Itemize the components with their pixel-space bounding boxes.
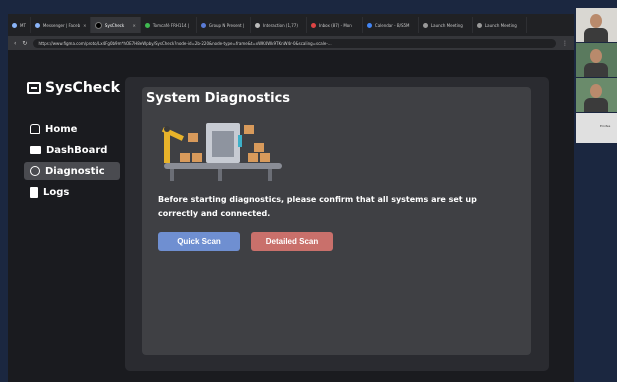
browser-tab[interactable]: Calendar - B/S5M — [363, 17, 419, 33]
monitor-icon — [27, 82, 41, 94]
instruction-text: Before starting diagnostics, please conf… — [158, 195, 477, 218]
browser-tab[interactable]: Interaction (1,77) — [251, 17, 307, 33]
favicon-icon — [200, 22, 206, 28]
extensions-icon[interactable]: ⋮ — [562, 40, 568, 47]
close-icon[interactable]: ✕ — [133, 23, 136, 28]
favicon-icon — [310, 22, 316, 28]
sidebar-nav: Home DashBoard Diagnostic Logs — [24, 120, 120, 204]
back-icon[interactable]: ‹ — [14, 40, 16, 47]
participant-video[interactable]: Ernđes — [576, 113, 617, 143]
diagnostics-panel: System Diagnostics Before starting diagn… — [142, 87, 531, 355]
sidebar-item-diagnostic[interactable]: Diagnostic — [24, 162, 120, 180]
browser-tab[interactable]: Launch Meeting — [473, 17, 527, 33]
browser-tab[interactable]: MT — [8, 17, 31, 33]
participant-avatar — [590, 49, 602, 63]
browser-tab[interactable]: Messenger | Faceb ✕ — [31, 17, 91, 33]
app-logo: SysCheck — [27, 80, 120, 96]
favicon-icon — [476, 22, 482, 28]
home-icon — [30, 124, 40, 134]
participant-video[interactable] — [576, 78, 617, 112]
quick-scan-button[interactable]: Quick Scan — [158, 232, 240, 251]
page-title: System Diagnostics — [146, 91, 291, 106]
factory-illustration — [161, 123, 282, 181]
address-bar: ‹ ↻ https://www.figma.com/proto/Lx4Fg0b9… — [8, 36, 574, 50]
participant-body — [584, 28, 608, 42]
detailed-scan-button[interactable]: Detailed Scan — [251, 232, 333, 251]
sidebar-item-home[interactable]: Home — [24, 120, 120, 138]
favicon-icon — [366, 22, 372, 28]
diagnostic-icon — [30, 166, 40, 176]
url-input[interactable]: https://www.figma.com/proto/Lx4Fg0b9m*hO… — [33, 38, 556, 48]
screen-share: MT Messenger | Faceb ✕ SysCheck ✕ Tomcafé … — [8, 14, 574, 382]
logs-icon — [30, 186, 38, 198]
participant-name: Ernđes — [600, 124, 611, 128]
favicon-icon — [34, 22, 40, 28]
participant-avatar — [590, 84, 602, 98]
participant-panel: Ernđes — [576, 8, 617, 144]
favicon-icon — [144, 22, 150, 28]
participant-avatar — [590, 14, 602, 28]
browser-tab-active[interactable]: SysCheck ✕ — [90, 17, 141, 33]
favicon-icon — [12, 22, 17, 28]
close-icon[interactable]: ✕ — [83, 23, 86, 28]
sidebar-item-dashboard[interactable]: DashBoard — [24, 141, 120, 159]
participant-body — [584, 63, 608, 77]
app-page: SysCheck Home DashBoard Diagnostic Logs — [8, 50, 574, 382]
browser-tab[interactable]: Tomcafé FRH114 | — [141, 17, 197, 33]
favicon-icon — [94, 21, 102, 29]
participant-body — [584, 98, 608, 112]
favicon-icon — [254, 22, 260, 28]
browser-tab-bar: MT Messenger | Faceb ✕ SysCheck ✕ Tomcafé … — [8, 14, 574, 36]
sidebar-item-logs[interactable]: Logs — [24, 183, 120, 201]
main-content: System Diagnostics Before starting diagn… — [125, 77, 549, 371]
browser-tab[interactable]: Inbox (87) - Mon — [307, 17, 363, 33]
reload-icon[interactable]: ↻ — [22, 40, 27, 47]
dashboard-icon — [30, 146, 41, 154]
browser-tab[interactable]: Group N Present | — [197, 17, 251, 33]
participant-video[interactable] — [576, 43, 617, 77]
favicon-icon — [422, 22, 428, 28]
participant-video[interactable] — [576, 8, 617, 42]
browser-tab[interactable]: Launch Meeting — [419, 17, 473, 33]
